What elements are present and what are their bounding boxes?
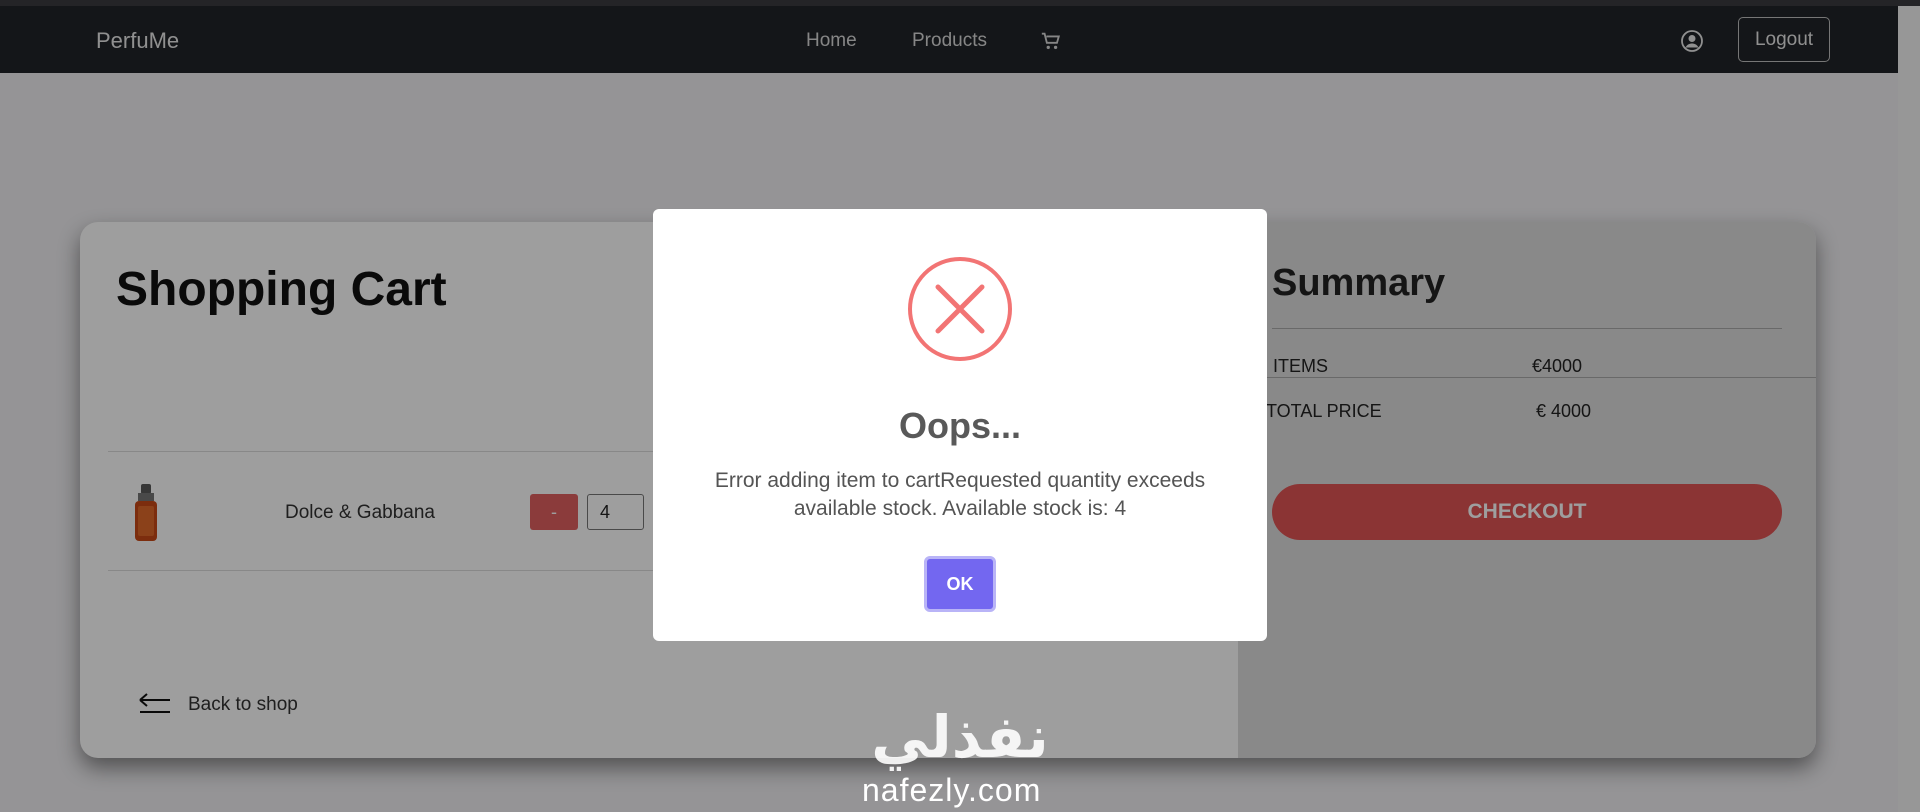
- ok-button[interactable]: OK: [924, 556, 996, 612]
- error-dialog: Oops... Error adding item to cartRequest…: [653, 209, 1267, 641]
- dialog-message: Error adding item to cartRequested quant…: [714, 469, 1206, 520]
- watermark-url: nafezly.com: [862, 772, 1042, 808]
- watermark-arabic-text: نفذلي: [871, 703, 1048, 771]
- error-x-icon: [908, 257, 1012, 361]
- dialog-title: Oops...: [898, 405, 1021, 446]
